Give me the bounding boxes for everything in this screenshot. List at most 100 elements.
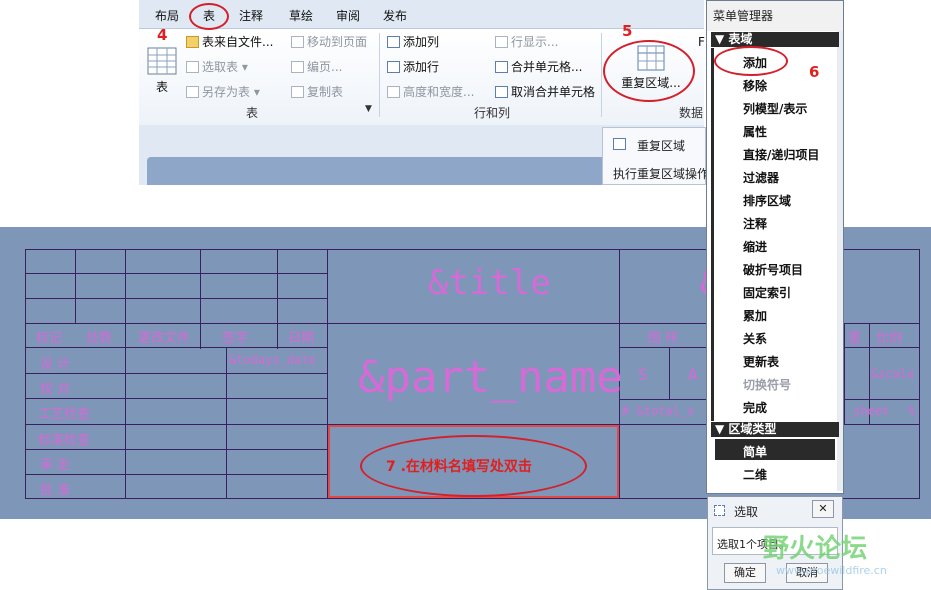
tb-row3-tail: % [908, 404, 916, 418]
tb-title-param: &title [428, 263, 551, 303]
tab-publish[interactable]: 发布 [383, 7, 407, 24]
rowcol-group-label: 行和列 [474, 106, 511, 120]
tb-label-approve: 批 准 [40, 483, 71, 498]
select-table-label: 选取表 [202, 60, 239, 74]
watermark-url: www.proewildfire.cn [776, 564, 887, 577]
annotation-step-7: 7 .在材料名填写处双击 [386, 459, 532, 475]
menu-item-accumulate[interactable]: 累加 [743, 307, 767, 324]
tb-label-process: 工艺检查 [38, 407, 91, 422]
tab-review[interactable]: 审阅 [336, 7, 360, 24]
table-group-label: 表 [246, 106, 259, 120]
annotation-step-5: 5 [622, 22, 633, 40]
add-column-icon [387, 36, 400, 48]
unmerge-cells-button[interactable]: 取消合并单元格 [495, 83, 595, 101]
paginate-icon [291, 61, 304, 73]
add-column-button[interactable]: 添加列 [387, 33, 439, 51]
group-divider [601, 33, 602, 117]
frame-left [25, 249, 26, 499]
tb-total-sheets: # &total_s [622, 404, 695, 418]
collapse-icon: ▼ [715, 422, 729, 436]
select-table-icon [186, 61, 199, 73]
unmerge-cells-icon [495, 86, 508, 98]
watermark-logo: 野火论坛 [763, 534, 868, 564]
merge-cells-button[interactable]: 合并单元格... [495, 58, 582, 76]
tab-annotate[interactable]: 注释 [239, 7, 263, 24]
tab-layout[interactable]: 布局 [155, 7, 179, 24]
folder-icon [186, 36, 199, 48]
save-table-icon [186, 86, 199, 98]
section-region-type[interactable]: ▼ 区域类型 [711, 422, 839, 437]
table-from-file-button[interactable]: 表来自文件... [186, 33, 273, 51]
tb-scale-param: &scale [871, 367, 915, 381]
menu-item-column-model[interactable]: 列模型/表示 [743, 100, 807, 117]
menu-item-update-table[interactable]: 更新表 [743, 353, 779, 370]
grid-line [200, 249, 201, 349]
menu-item-2d[interactable]: 二维 [743, 466, 767, 483]
annotation-step-6: 6 [809, 63, 820, 81]
data-overflow-button[interactable]: F [698, 33, 705, 51]
add-row-label: 添加行 [403, 60, 440, 74]
section-table-region[interactable]: ▼ 表域 [711, 32, 839, 47]
tb-label-weight: 重 [848, 331, 862, 346]
menu-item-note[interactable]: 注释 [743, 215, 767, 232]
menu-item-relations[interactable]: 关系 [743, 330, 767, 347]
tb-label-mark: 标记 [36, 331, 63, 346]
move-page-icon [291, 36, 304, 48]
ok-button[interactable]: 确定 [724, 563, 766, 583]
save-as-table-label: 另存为表 [202, 85, 251, 99]
close-icon[interactable]: ✕ [812, 500, 834, 518]
menu-item-remove[interactable]: 移除 [743, 77, 767, 94]
menu-item-direct-recursive[interactable]: 直接/递归项目 [743, 146, 819, 163]
table-big-button[interactable]: 表 [145, 47, 179, 94]
select-table-button[interactable]: 选取表 ▾ [186, 58, 248, 76]
table-from-file-label: 表来自文件... [202, 35, 274, 49]
tb-label-s: S [638, 365, 648, 384]
menu-item-done[interactable]: 完成 [743, 399, 767, 416]
paginate-button[interactable]: 编页... [291, 58, 342, 76]
menu-item-dash-item[interactable]: 破折号项目 [743, 261, 803, 278]
menu-item-fix-index[interactable]: 固定索引 [743, 284, 791, 301]
group-divider [379, 33, 380, 117]
annotation-circle-table-tab [189, 3, 229, 30]
tb-label-count: 处数 [86, 331, 113, 346]
group-expand-icon[interactable]: ▼ [365, 104, 372, 114]
tb-label-check: 校 对 [40, 382, 71, 397]
add-column-label: 添加列 [403, 35, 440, 49]
move-to-page-label: 移动到页面 [307, 35, 368, 49]
annotation-step-4: 4 [157, 26, 168, 44]
menu-item-simple[interactable]: 简单 [743, 443, 767, 460]
menu-item-indent[interactable]: 缩进 [743, 238, 767, 255]
height-width-button[interactable]: 高度和宽度... [387, 83, 474, 101]
grid-line [226, 347, 227, 499]
save-as-table-button[interactable]: 另存为表 ▾ [186, 83, 260, 101]
menu-item-switch-symbol[interactable]: 切换符号 [743, 376, 791, 393]
grid-line [25, 347, 327, 348]
tb-label-date: 日期 [288, 331, 315, 346]
row-display-label: 行显示... [511, 35, 559, 49]
annotation-circle-repeat-region [603, 40, 695, 102]
tooltip-description: 执行重复区域操作 [613, 167, 710, 181]
resize-icon [387, 86, 400, 98]
tb-label-change-file: 更改文件 [138, 331, 191, 346]
menu-item-filter[interactable]: 过滤器 [743, 169, 779, 186]
row-display-button[interactable]: 行显示... [495, 33, 558, 51]
frame-right [919, 249, 920, 499]
add-row-button[interactable]: 添加行 [387, 58, 439, 76]
tb-label-scale: 比例 [876, 331, 903, 346]
unmerge-cells-label: 取消合并单元格 [511, 85, 596, 99]
menu-item-sort-region[interactable]: 排序区域 [743, 192, 791, 209]
select-arrow-icon [714, 503, 728, 517]
annotation-circle-add [714, 46, 788, 76]
copy-table-button[interactable]: 复制表 [291, 83, 343, 101]
merge-cells-icon [495, 61, 508, 73]
repeat-region-tooltip: 重复区域 执行重复区域操作 [602, 127, 710, 185]
menu-item-attributes[interactable]: 属性 [743, 123, 767, 140]
tab-sketch[interactable]: 草绘 [289, 7, 313, 24]
tooltip-title: 重复区域 [637, 139, 686, 153]
tb-part-name: &part_name [358, 352, 623, 403]
paginate-label: 编页... [307, 60, 343, 74]
tb-label-sample: 图 样 [648, 331, 679, 346]
tb-label-review: 审 定 [40, 458, 71, 473]
grid-line [125, 249, 126, 499]
move-to-page-button[interactable]: 移动到页面 [291, 33, 367, 51]
